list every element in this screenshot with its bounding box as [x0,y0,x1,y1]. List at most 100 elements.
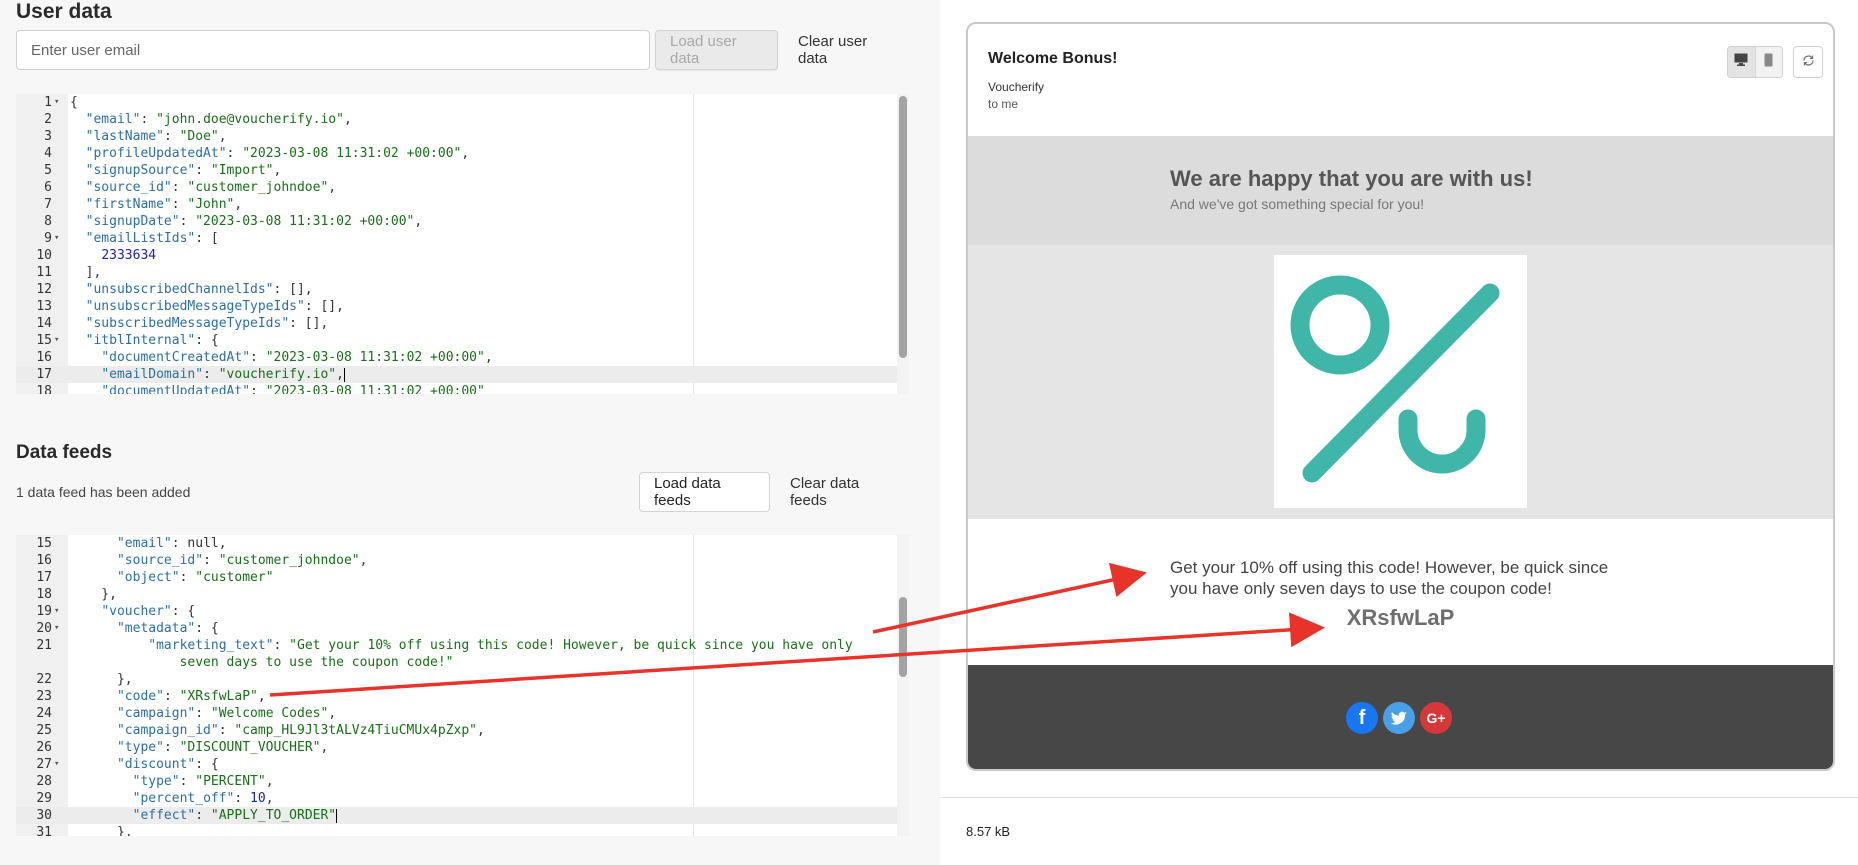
view-toggle [1727,46,1783,78]
line-number: 27 [36,757,52,772]
line-number: 25 [36,723,52,738]
code-line: 24 "campaign": "Welcome Codes", [16,705,897,722]
fold-toggle-icon[interactable]: ▾ [54,94,59,111]
email-image-band [968,245,1833,519]
code-text: "percent_off": 10, [132,791,274,806]
line-number: 11 [36,265,52,280]
left-panel: User data Load user data Clear user data… [0,0,940,865]
code-text: "signupSource": "Import", [85,163,282,178]
code-line: 12 "unsubscribedChannelIds": [], [16,281,897,298]
code-line: 25 "campaign_id": "camp_HL9Jl3tALVz4TiuC… [16,722,897,739]
line-number: 16 [36,350,52,365]
load-user-data-button[interactable]: Load user data [655,30,778,70]
load-data-feeds-button[interactable]: Load data feeds [639,472,770,512]
code-text: "email": "john.doe@voucherify.io", [85,112,352,127]
line-number: 30 [36,808,52,823]
clear-user-data-button[interactable]: Clear user data [784,30,908,70]
line-number: 7 [44,197,52,212]
line-number: 2 [44,112,52,127]
fold-toggle-icon[interactable]: ▾ [54,620,59,637]
user-email-input[interactable] [16,30,650,70]
line-number: 17 [36,570,52,585]
line-number: 6 [44,180,52,195]
code-line: 22 }, [16,671,897,688]
email-footer: f G+ [968,665,1833,769]
email-subject: Welcome Bonus! [988,50,1118,67]
email-preview-frame: Welcome Bonus! Voucherify to me We are h… [966,22,1835,771]
code-line: 9 ▾ "emailListIds": [ [16,230,897,247]
scrollbar-thumb[interactable] [899,96,907,358]
fold-toggle-icon[interactable]: ▾ [54,603,59,620]
monitor-icon [1734,53,1748,71]
code-text: "email": null, [116,536,227,551]
line-number: 16 [36,553,52,568]
voucher-code: XRsfwLaP [1346,605,1455,630]
code-line: 2 "email": "john.doe@voucherify.io", [16,111,897,128]
feeds-editor-scrollbar[interactable] [897,535,909,836]
line-number: 24 [36,706,52,721]
code-lines: 1 ▾{2 "email": "john.doe@voucherify.io", 3… [16,94,897,394]
code-line: 21 "marketing_text": "Get your 10% off u… [16,637,897,654]
code-text: "source_id": "customer_johndoe", [116,553,368,568]
code-lines: 15 "email": null, 16 "source_id": "custom… [16,535,897,836]
email-sender: Voucherify [988,80,1045,94]
code-text: "profileUpdatedAt": "2023-03-08 11:31:02… [85,146,470,161]
data-feeds-editor[interactable]: 15 "email": null, 16 "source_id": "custom… [16,535,909,836]
text-cursor [336,808,338,823]
code-line: 19 ▾ "voucher": { [16,603,897,620]
user-data-editor[interactable]: 1 ▾{2 "email": "john.doe@voucherify.io", 3… [16,94,909,394]
code-text: "firstName": "John", [85,197,243,212]
code-line: 11 ], [16,264,897,281]
line-number: 19 [36,604,52,619]
code-line: 15 "email": null, [16,535,897,552]
line-number: 12 [36,282,52,297]
code-text: "signupDate": "2023-03-08 11:31:02 +00:0… [85,214,423,229]
code-text: "emailDomain": "voucherify.io", [101,367,345,382]
code-text: ], [70,265,102,280]
code-text: "itblInternal": { [85,333,219,348]
code-line: 17 "object": "customer" [16,569,897,586]
line-number: 1 [44,95,52,110]
code-text: { [70,95,78,110]
refresh-button[interactable] [1793,46,1823,78]
user-editor-scrollbar[interactable] [897,94,909,394]
fold-toggle-icon[interactable]: ▾ [54,332,59,349]
code-line: 13 "unsubscribedMessageTypeIds": [], [16,298,897,315]
code-line: 15 ▾ "itblInternal": { [16,332,897,349]
divider [940,797,1858,798]
code-line: 18 }, [16,586,897,603]
twitter-icon[interactable] [1383,702,1415,734]
line-number: 20 [36,621,52,636]
code-line: 18 "documentUpdatedAt": "2023-03-08 11:3… [16,383,897,394]
email-headline: We are happy that you are with us! [1170,166,1533,191]
code-text: }, [70,672,133,687]
data-feed-count: 1 data feed has been added [16,484,191,500]
code-line: 5 "signupSource": "Import", [16,162,897,179]
desktop-view-button[interactable] [1728,47,1755,77]
code-text: "documentUpdatedAt": "2023-03-08 11:31:0… [101,384,485,394]
fold-toggle-icon[interactable]: ▾ [54,230,59,247]
clear-data-feeds-button[interactable]: Clear data feeds [776,472,908,512]
user-data-title: User data [16,0,112,23]
line-number: 15 [36,333,52,348]
code-line: seven days to use the coupon code!" [16,654,897,671]
code-text: "voucher": { [101,604,196,619]
code-line: 29 "percent_off": 10, [16,790,897,807]
code-line: 7 "firstName": "John", [16,196,897,213]
code-line: 14 "subscribedMessageTypeIds": [], [16,315,897,332]
scrollbar-thumb[interactable] [899,597,907,677]
code-line: 1 ▾ { [16,94,897,111]
mobile-view-button[interactable] [1754,47,1782,77]
marketing-text: Get your 10% off using this code! Howeve… [1170,558,1609,598]
code-line: 31 }, [16,824,897,836]
line-number: 9 [44,231,52,246]
code-line: 16 "source_id": "customer_johndoe", [16,552,897,569]
code-text: "documentCreatedAt": "2023-03-08 11:31:0… [101,350,493,365]
code-line: 26 "type": "DISCOUNT_VOUCHER", [16,739,897,756]
facebook-icon[interactable]: f [1346,702,1378,734]
code-line: 23 "code": "XRsfwLaP", [16,688,897,705]
code-text: 2333634 [101,248,157,263]
google-plus-icon[interactable]: G+ [1420,702,1452,734]
code-text: "type": "PERCENT", [132,774,274,789]
fold-toggle-icon[interactable]: ▾ [54,756,59,773]
